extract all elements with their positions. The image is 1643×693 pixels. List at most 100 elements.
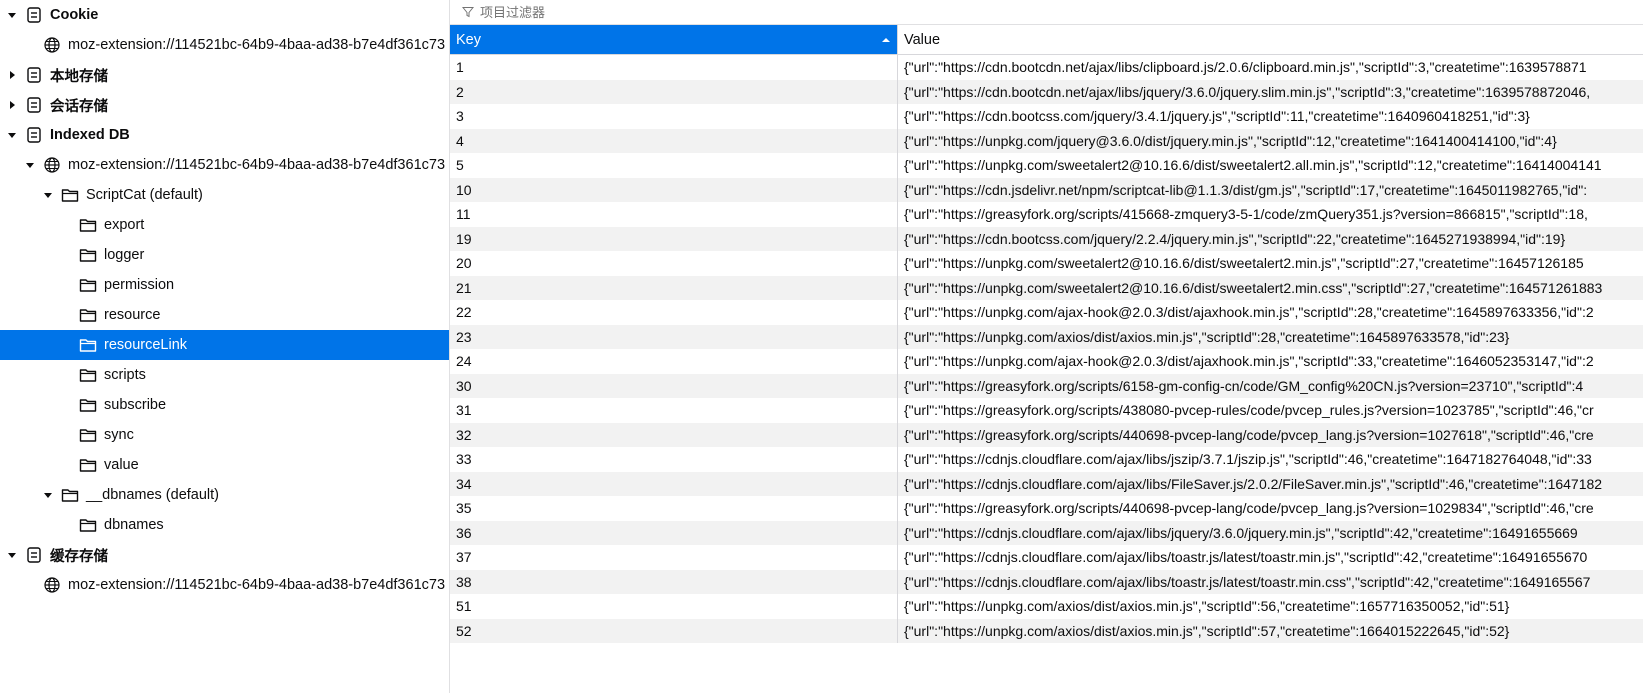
value-cell: {"url":"https://greasyfork.org/scripts/4…: [904, 402, 1594, 419]
value-cell: {"url":"https://greasyfork.org/scripts/4…: [904, 206, 1588, 223]
expand-arrow-closed-icon: [60, 249, 72, 261]
value-cell: {"url":"https://unpkg.com/ajax-hook@2.0.…: [904, 353, 1594, 370]
table-row[interactable]: 11 {"url":"https://greasyfork.org/scripts…: [450, 202, 1643, 227]
table-row[interactable]: 24 {"url":"https://unpkg.com/ajax-hook@2.…: [450, 349, 1643, 374]
table-row[interactable]: 4 {"url":"https://unpkg.com/jquery@3.6.0/…: [450, 128, 1643, 153]
tree-item[interactable]: 本地存储: [0, 60, 449, 90]
value-cell: {"url":"https://cdnjs.cloudflare.com/aja…: [904, 451, 1592, 468]
key-cell: 10: [450, 177, 898, 202]
tree-item[interactable]: 会话存储: [0, 90, 449, 120]
folder-icon: [78, 515, 98, 535]
storage-icon: [24, 125, 44, 145]
table-row[interactable]: 30 {"url":"https://greasyfork.org/scripts…: [450, 373, 1643, 398]
key-cell: 37: [450, 545, 898, 570]
expand-arrow-closed-icon: [60, 459, 72, 471]
table-row[interactable]: 34 {"url":"https://cdnjs.cloudflare.com/a…: [450, 471, 1643, 496]
key-cell: 20: [450, 251, 898, 276]
tree-item-label: Indexed DB: [50, 127, 130, 143]
value-column-header[interactable]: Value: [898, 25, 1643, 54]
table-row[interactable]: 19 {"url":"https://cdn.bootcss.com/jquery…: [450, 226, 1643, 251]
folder-icon: [60, 485, 80, 505]
folder-icon: [60, 185, 80, 205]
expand-arrow-open-icon[interactable]: [6, 9, 18, 21]
value-cell: {"url":"https://unpkg.com/sweetalert2@10…: [904, 279, 1603, 296]
table-row[interactable]: 10 {"url":"https://cdn.jsdelivr.net/npm/s…: [450, 177, 1643, 202]
storage-tree: Cookie moz-extension://114521bc-64b9-4baa…: [0, 0, 450, 693]
tree-item[interactable]: moz-extension://114521bc-64b9-4baa-ad38-…: [0, 570, 449, 600]
table-body: 1 {"url":"https://cdn.bootcdn.net/ajax/li…: [450, 55, 1643, 643]
expand-arrow-closed-icon: [60, 279, 72, 291]
tree-item[interactable]: permission: [0, 270, 449, 300]
tree-item[interactable]: __dbnames (default): [0, 480, 449, 510]
tree-item[interactable]: moz-extension://114521bc-64b9-4baa-ad38-…: [0, 150, 449, 180]
table-row[interactable]: 52 {"url":"https://unpkg.com/axios/dist/a…: [450, 618, 1643, 643]
table-row[interactable]: 3 {"url":"https://cdn.bootcss.com/jquery/…: [450, 104, 1643, 129]
table-row[interactable]: 2 {"url":"https://cdn.bootcdn.net/ajax/li…: [450, 79, 1643, 104]
key-cell: 31: [450, 398, 898, 423]
tree-item[interactable]: subscribe: [0, 390, 449, 420]
tree-item-label: scripts: [104, 367, 146, 383]
tree-item[interactable]: sync: [0, 420, 449, 450]
table-row[interactable]: 22 {"url":"https://unpkg.com/ajax-hook@2.…: [450, 300, 1643, 325]
filter-input[interactable]: [480, 4, 880, 20]
value-cell: {"url":"https://unpkg.com/sweetalert2@10…: [904, 157, 1602, 174]
table-row[interactable]: 1 {"url":"https://cdn.bootcdn.net/ajax/li…: [450, 55, 1643, 80]
key-cell: 33: [450, 447, 898, 472]
key-cell: 2: [450, 79, 898, 104]
table-row[interactable]: 36 {"url":"https://cdnjs.cloudflare.com/a…: [450, 520, 1643, 545]
tree-item[interactable]: export: [0, 210, 449, 240]
table-row[interactable]: 38 {"url":"https://cdnjs.cloudflare.com/a…: [450, 569, 1643, 594]
key-cell: 30: [450, 373, 898, 398]
tree-item[interactable]: Indexed DB: [0, 120, 449, 150]
tree-item[interactable]: scripts: [0, 360, 449, 390]
tree-item[interactable]: dbnames: [0, 510, 449, 540]
value-cell: {"url":"https://cdnjs.cloudflare.com/aja…: [904, 549, 1588, 566]
table-row[interactable]: 31 {"url":"https://greasyfork.org/scripts…: [450, 398, 1643, 423]
expand-arrow-open-icon[interactable]: [42, 189, 54, 201]
folder-icon: [78, 365, 98, 385]
table-row[interactable]: 21 {"url":"https://unpkg.com/sweetalert2@…: [450, 275, 1643, 300]
table-row[interactable]: 35 {"url":"https://greasyfork.org/scripts…: [450, 496, 1643, 521]
tree-item[interactable]: resource: [0, 300, 449, 330]
tree-item[interactable]: resourceLink: [0, 330, 449, 360]
tree-item[interactable]: value: [0, 450, 449, 480]
expand-arrow-closed-icon[interactable]: [6, 69, 18, 81]
tree-item-label: resource: [104, 307, 161, 323]
table-row[interactable]: 51 {"url":"https://unpkg.com/axios/dist/a…: [450, 594, 1643, 619]
table-row[interactable]: 5 {"url":"https://unpkg.com/sweetalert2@1…: [450, 153, 1643, 178]
expand-arrow-closed-icon: [60, 309, 72, 321]
key-cell: 35: [450, 496, 898, 521]
value-cell: {"url":"https://cdn.bootcss.com/jquery/3…: [904, 108, 1530, 125]
expand-arrow-open-icon[interactable]: [42, 489, 54, 501]
value-column-label: Value: [904, 31, 941, 48]
value-cell: {"url":"https://cdn.bootcdn.net/ajax/lib…: [904, 83, 1591, 100]
key-cell: 22: [450, 300, 898, 325]
tree-item[interactable]: Cookie: [0, 0, 449, 30]
tree-item-label: ScriptCat (default): [86, 187, 203, 203]
table-header: Key Value: [450, 25, 1643, 55]
table-row[interactable]: 37 {"url":"https://cdnjs.cloudflare.com/a…: [450, 545, 1643, 570]
tree-item[interactable]: 缓存存储: [0, 540, 449, 570]
folder-icon: [78, 305, 98, 325]
expand-arrow-open-icon[interactable]: [6, 129, 18, 141]
value-cell: {"url":"https://unpkg.com/sweetalert2@10…: [904, 255, 1584, 272]
table-row[interactable]: 23 {"url":"https://unpkg.com/axios/dist/a…: [450, 324, 1643, 349]
table-row[interactable]: 32 {"url":"https://greasyfork.org/scripts…: [450, 422, 1643, 447]
tree-item[interactable]: moz-extension://114521bc-64b9-4baa-ad38-…: [0, 30, 449, 60]
table-row[interactable]: 20 {"url":"https://unpkg.com/sweetalert2@…: [450, 251, 1643, 276]
tree-item-label: moz-extension://114521bc-64b9-4baa-ad38-…: [68, 157, 446, 173]
tree-item[interactable]: logger: [0, 240, 449, 270]
expand-arrow-open-icon[interactable]: [6, 549, 18, 561]
expand-arrow-open-icon[interactable]: [24, 159, 36, 171]
value-cell: {"url":"https://cdn.bootcdn.net/ajax/lib…: [904, 59, 1587, 76]
tree-item-label: export: [104, 217, 145, 233]
key-cell: 51: [450, 594, 898, 619]
expand-arrow-closed-icon[interactable]: [6, 99, 18, 111]
value-cell: {"url":"https://cdnjs.cloudflare.com/aja…: [904, 524, 1578, 541]
globe-icon: [42, 35, 62, 55]
folder-icon: [78, 245, 98, 265]
key-column-header[interactable]: Key: [450, 25, 898, 54]
value-cell: {"url":"https://unpkg.com/ajax-hook@2.0.…: [904, 304, 1594, 321]
table-row[interactable]: 33 {"url":"https://cdnjs.cloudflare.com/a…: [450, 447, 1643, 472]
tree-item[interactable]: ScriptCat (default): [0, 180, 449, 210]
